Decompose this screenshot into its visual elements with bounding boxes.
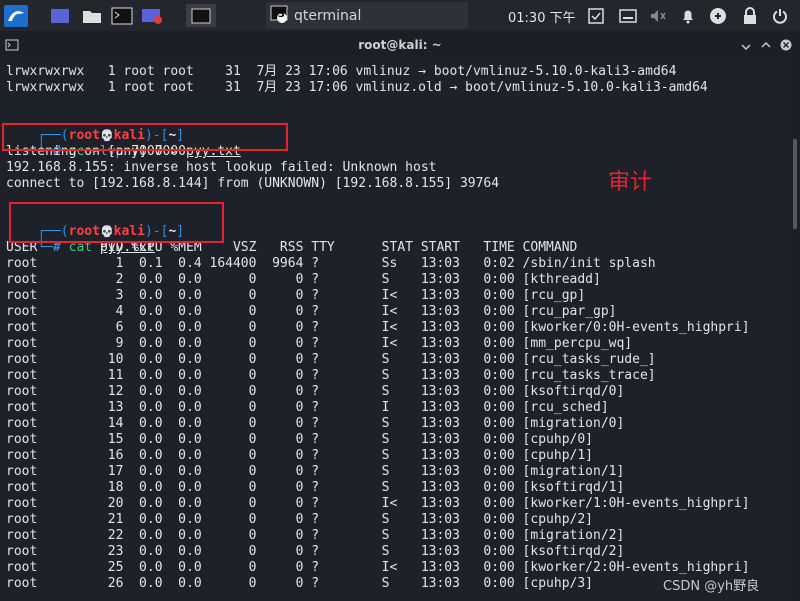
ps-row: root 15 0.0 0.0 0 0 ? S 13:03 0:00 [cpuh… <box>6 432 593 447</box>
window-titlebar[interactable]: root@kali: ~ <box>0 31 800 59</box>
update-icon[interactable] <box>708 4 728 27</box>
window-count-badge: 3 <box>278 8 285 20</box>
terminal-launcher-icon[interactable] <box>110 4 134 27</box>
ps-row: root 16 0.0 0.0 0 0 ? S 13:03 0:00 [cpuh… <box>6 448 593 463</box>
notification-bell-icon[interactable] <box>678 4 698 27</box>
ps-row: root 23 0.0 0.0 0 0 ? S 13:03 0:00 [ksof… <box>6 544 625 559</box>
workspace-1-icon[interactable] <box>186 4 216 27</box>
taskbar-window-qterminal[interactable]: 3 qterminal <box>266 2 468 29</box>
ps-row: root 12 0.0 0.0 0 0 ? S 13:03 0:00 [ksof… <box>6 384 625 399</box>
ps-row: root 17 0.0 0.0 0 0 ? S 13:03 0:00 [migr… <box>6 464 625 479</box>
ls-line: lrwxrwxrwx 1 root root 31 7月 23 17:06 vm… <box>6 64 677 79</box>
ps-row: root 13 0.0 0.0 0 0 ? I 13:03 0:00 [rcu_… <box>6 400 609 415</box>
ps-row: root 21 0.0 0.0 0 0 ? S 13:03 0:00 [cpuh… <box>6 512 593 527</box>
ps-row: root 4 0.0 0.0 0 0 ? I< 13:03 0:00 [rcu_… <box>6 304 617 319</box>
minimize-icon[interactable] <box>738 37 754 53</box>
volume-muted-icon[interactable] <box>648 4 668 27</box>
show-desktop-icon[interactable] <box>48 4 72 27</box>
clock[interactable]: 01:30 下午 <box>508 7 576 26</box>
ps-row: root 20 0.0 0.0 0 0 ? I< 13:03 0:00 [kwo… <box>6 496 750 511</box>
ps-row: root 26 0.0 0.0 0 0 ? S 13:03 0:00 [cpuh… <box>6 576 593 591</box>
watermark: CSDN @yh野良 <box>663 579 760 594</box>
nc-output-line: 192.168.8.155: inverse host lookup faile… <box>6 160 437 175</box>
highlight-box-nc <box>2 123 288 151</box>
qterminal-icon: 3 <box>270 5 288 27</box>
taskbar-window-label: qterminal <box>294 7 362 24</box>
scrollbar[interactable] <box>790 59 800 601</box>
ps-row: root 25 0.0 0.0 0 0 ? I< 13:03 0:00 [kwo… <box>6 560 750 575</box>
ps-row: root 6 0.0 0.0 0 0 ? I< 13:03 0:00 [kwor… <box>6 320 750 335</box>
screen-recorder-icon[interactable] <box>140 4 164 27</box>
ps-row: root 2 0.0 0.0 0 0 ? S 13:03 0:00 [kthre… <box>6 272 601 287</box>
maximize-icon[interactable] <box>758 37 774 53</box>
ps-row: root 1 0.1 0.4 164400 9964 ? Ss 13:03 0:… <box>6 256 656 271</box>
ps-row: root 22 0.0 0.0 0 0 ? S 13:03 0:00 [migr… <box>6 528 625 543</box>
highlight-box-cat <box>9 202 224 243</box>
power-icon[interactable] <box>770 4 790 27</box>
scrollbar-thumb[interactable] <box>793 139 797 229</box>
ps-row: root 14 0.0 0.0 0 0 ? S 13:03 0:00 [migr… <box>6 416 625 431</box>
window-title: root@kali: ~ <box>358 38 442 52</box>
close-icon[interactable] <box>778 37 794 53</box>
lock-screen-icon[interactable] <box>740 4 760 27</box>
checkbox-tray-icon[interactable] <box>586 4 606 27</box>
ps-row: root 18 0.0 0.0 0 0 ? S 13:03 0:00 [ksof… <box>6 480 625 495</box>
ps-row: root 9 0.0 0.0 0 0 ? I< 13:03 0:00 [mm_p… <box>6 336 633 351</box>
ps-row: root 11 0.0 0.0 0 0 ? S 13:03 0:00 [rcu_… <box>6 368 656 383</box>
kali-menu-icon[interactable] <box>2 4 30 27</box>
ls-line: lrwxrwxrwx 1 root root 31 7月 23 17:06 vm… <box>6 80 708 95</box>
file-manager-icon[interactable] <box>80 4 104 27</box>
annotation-label: 审计 <box>608 170 653 195</box>
nc-output-line: connect to [192.168.8.144] from (UNKNOWN… <box>6 176 500 191</box>
taskbar: 3 qterminal 01:30 下午 <box>0 0 800 32</box>
ps-row: root 3 0.0 0.0 0 0 ? I< 13:03 0:00 [rcu_… <box>6 288 586 303</box>
ps-row: root 10 0.0 0.0 0 0 ? S 13:03 0:00 [rcu_… <box>6 352 656 367</box>
keyboard-icon[interactable] <box>618 4 638 27</box>
